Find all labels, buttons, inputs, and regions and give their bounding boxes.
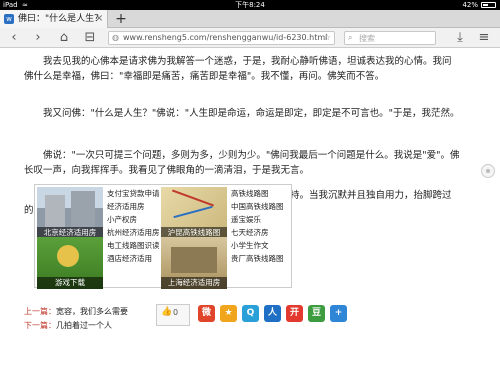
- home-button[interactable]: ⌂: [56, 28, 72, 48]
- ad-link[interactable]: 高铁线路图: [231, 187, 293, 200]
- new-tab-button[interactable]: +: [114, 10, 128, 28]
- ad-link[interactable]: 小学生作文: [231, 239, 293, 252]
- bookmarks-button[interactable]: ⊟: [82, 28, 98, 48]
- like-button[interactable]: 👍 0: [156, 304, 190, 326]
- favorite-share-icon[interactable]: ★: [220, 305, 237, 322]
- tab-bar: w 佛曰："什么是人生？ × +: [0, 10, 500, 28]
- site-favicon-icon: w: [4, 14, 14, 24]
- ad-links-column-2: 高铁线路图 中国高铁线路图 遥宝娱乐 七天经济房 小学生作文 贵厂高铁线路图: [231, 187, 293, 265]
- address-bar[interactable]: ◍ www.rensheng5.com/renshengganwu/id-623…: [108, 31, 335, 45]
- ad-tile-railway-map[interactable]: 沪昆高铁线路图: [161, 187, 227, 239]
- url-text: www.rensheng5.com/renshengganwu/id-6230.…: [123, 33, 328, 42]
- menu-button[interactable]: ≡: [476, 28, 492, 48]
- prev-article-label: 上一篇：: [24, 307, 56, 316]
- ad-link[interactable]: 支付宝贷款申请: [107, 187, 169, 200]
- browser-toolbar: ‹ › ⌂ ⊟ ◍ www.rensheng5.com/renshengganw…: [0, 28, 500, 48]
- assistive-touch-handle[interactable]: [481, 164, 495, 178]
- ad-link[interactable]: 七天经济房: [231, 226, 293, 239]
- article-paragraph-3: 佛说："一次只可提三个问题，多则为多，少则为少。"佛问我最后一个问题是什么。我说…: [24, 150, 460, 176]
- more-share-icon[interactable]: +: [330, 305, 347, 322]
- next-article-title: 几拍着过一个人: [56, 321, 112, 330]
- search-input[interactable]: [359, 32, 433, 44]
- battery-percent: 42%: [462, 1, 478, 9]
- bookmark-star-icon[interactable]: ☆: [323, 32, 331, 44]
- download-button[interactable]: ⤓: [452, 28, 468, 48]
- ad-link[interactable]: 电工线路图识读: [107, 239, 169, 252]
- ad-link[interactable]: 杭州经济适用房: [107, 226, 169, 239]
- ad-tile-game-download[interactable]: 游戏下载: [37, 237, 103, 289]
- kaixin-share-icon[interactable]: 开: [286, 305, 303, 322]
- browser-tab[interactable]: w 佛曰："什么是人生？ ×: [0, 10, 108, 28]
- prev-article-title: 宽容，我们多么需要: [56, 307, 128, 316]
- ad-link[interactable]: 遥宝娱乐: [231, 213, 293, 226]
- ad-block: 北京经济适用房 支付宝贷款申请 经济适用房 小产权房 杭州经济适用房 电工线路图…: [34, 184, 293, 289]
- close-tab-icon[interactable]: ×: [95, 10, 103, 28]
- back-button[interactable]: ‹: [6, 28, 22, 48]
- next-article-link[interactable]: 下一篇：几拍着过一个人: [24, 320, 112, 332]
- forward-button[interactable]: ›: [30, 28, 46, 48]
- tab-title: 佛曰："什么是人生？: [18, 14, 104, 24]
- ad-link[interactable]: 小产权房: [107, 213, 169, 226]
- article-paragraph-1: 我去见我的心佛本是请求佛为我解答一个迷惑，于是，我耐心静听佛语，坦诚表达我的心情…: [24, 56, 452, 82]
- ad-tile-beijing-housing[interactable]: 北京经济适用房: [37, 187, 103, 239]
- ad-link[interactable]: 贵厂高铁线路图: [231, 252, 293, 265]
- status-bar: iPad ≈ 下午8:24 42%: [0, 0, 500, 10]
- article-paragraph-2: 我又问佛："什么是人生？"佛说："人生即是命运，命运是即定，即定是不可言也。"于…: [43, 108, 460, 119]
- ad-link[interactable]: 酒店经济适用: [107, 252, 169, 265]
- like-count: 0: [173, 308, 179, 317]
- ad-tile-caption: 上海经济适用房: [161, 277, 227, 289]
- renren-share-icon[interactable]: 人: [264, 305, 281, 322]
- next-article-label: 下一篇：: [24, 321, 56, 330]
- search-box[interactable]: ⌕: [344, 31, 436, 45]
- clock: 下午8:24: [235, 1, 265, 9]
- prev-article-link[interactable]: 上一篇：宽容，我们多么需要: [24, 306, 128, 318]
- weibo-share-icon[interactable]: 微: [198, 305, 215, 322]
- ad-link[interactable]: 中国高铁线路图: [231, 200, 293, 213]
- thumbs-up-icon: 👍: [161, 307, 173, 317]
- ad-tile-shanghai-housing[interactable]: 上海经济适用房: [161, 237, 227, 289]
- ad-tile-caption: 游戏下载: [37, 277, 103, 289]
- battery-icon: [481, 2, 496, 8]
- search-icon: ⌕: [348, 33, 353, 42]
- ad-link[interactable]: 经济适用房: [107, 200, 169, 213]
- douban-share-icon[interactable]: 豆: [308, 305, 325, 322]
- globe-icon: ◍: [112, 33, 119, 42]
- ad-links-column-1: 支付宝贷款申请 经济适用房 小产权房 杭州经济适用房 电工线路图识读 酒店经济适…: [107, 187, 169, 265]
- qzone-share-icon[interactable]: Q: [242, 305, 259, 322]
